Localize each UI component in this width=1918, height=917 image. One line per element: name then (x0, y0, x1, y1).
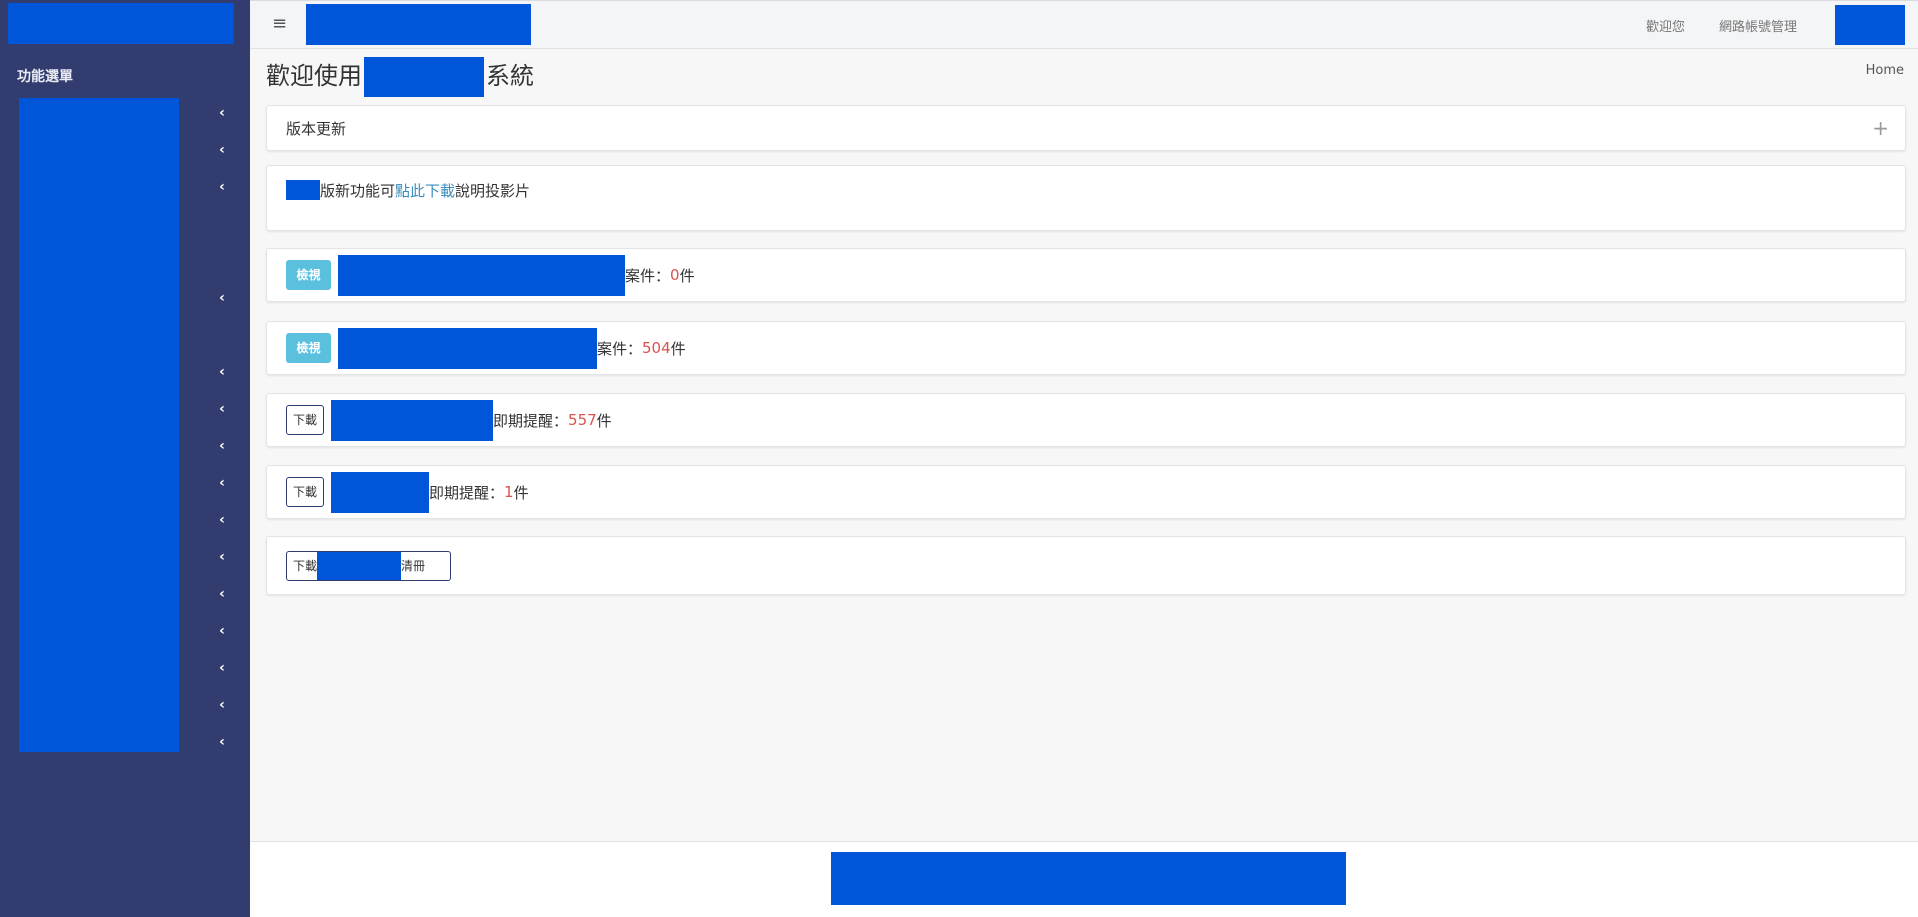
reminder-row: 下載 即期提醒： 1 件 (286, 466, 529, 518)
system-name-redacted (364, 57, 484, 97)
list-name-redacted (317, 551, 402, 580)
page-title-suffix: 系統 (486, 62, 534, 90)
version-redacted (286, 180, 320, 200)
view-button[interactable]: 檢視 (286, 260, 331, 290)
new-feature-card: 版新功能可點此下載說明投影片 (266, 165, 1906, 231)
page-title: 歡迎使用 系統 (266, 56, 534, 97)
welcome-text: 歡迎您 (1646, 20, 1686, 35)
account-management-link[interactable]: 網路帳號管理 (1719, 16, 1797, 35)
case-row: 檢視 案件： 0 件 (286, 249, 695, 301)
top-navbar: ≡ 歡迎您 網路帳號管理 (250, 0, 1918, 49)
case-card: 檢視 案件： 504 件 (266, 321, 1906, 375)
case-unit: 件 (679, 266, 695, 285)
chevron-left-icon[interactable]: ‹ (214, 586, 230, 602)
brand-logo[interactable] (8, 3, 234, 44)
reminder-category-redacted (331, 471, 430, 513)
main-content: 歡迎使用 系統 Home 版本更新 + 版新功能可點此下載說明投影片 檢視 案件：… (250, 49, 1918, 841)
system-name (306, 4, 531, 45)
case-category-redacted (338, 327, 597, 369)
sidebar: 功能選單 ‹ ‹ ‹ ‹ ‹ ‹ ‹ ‹ ‹ ‹ ‹ ‹ ‹ ‹ ‹ (0, 0, 250, 917)
new-feature-text-before: 版新功能可 (320, 182, 396, 200)
download-slides-link[interactable]: 點此下載 (395, 182, 455, 200)
chevron-left-icon[interactable]: ‹ (214, 475, 230, 491)
new-feature-text-after: 說明投影片 (455, 182, 531, 200)
reminder-count: 557 (568, 411, 597, 429)
chevron-left-icon[interactable]: ‹ (214, 142, 230, 158)
case-label: 案件： (625, 266, 671, 285)
reminder-unit: 件 (596, 411, 612, 430)
footer (250, 841, 1918, 917)
version-update-card[interactable]: 版本更新 + (266, 105, 1906, 151)
chevron-left-icon[interactable]: ‹ (214, 697, 230, 713)
download-button[interactable]: 下載 (286, 477, 325, 507)
hamburger-menu-icon[interactable]: ≡ (272, 14, 287, 34)
reminder-label: 即期提醒： (493, 411, 569, 430)
case-card: 檢視 案件： 0 件 (266, 248, 1906, 302)
download-button[interactable]: 下載 (286, 405, 325, 435)
view-button[interactable]: 檢視 (286, 333, 331, 363)
breadcrumb[interactable]: Home (1866, 63, 1904, 78)
chevron-left-icon[interactable]: ‹ (214, 512, 230, 528)
chevron-left-icon[interactable]: ‹ (214, 105, 230, 121)
download-list-prefix: 下載 (293, 558, 318, 573)
user-menu[interactable] (1835, 5, 1905, 45)
chevron-left-icon[interactable]: ‹ (214, 734, 230, 750)
reminder-card: 下載 即期提醒： 1 件 (266, 465, 1906, 519)
chevron-left-icon[interactable]: ‹ (214, 364, 230, 380)
case-row: 檢視 案件： 504 件 (286, 322, 686, 374)
reminder-unit: 件 (513, 483, 529, 502)
case-unit: 件 (670, 339, 686, 358)
reminder-row: 下載 即期提醒： 557 件 (286, 394, 612, 446)
download-list-card: 下載 清冊 (266, 536, 1906, 595)
case-count: 504 (642, 339, 671, 357)
case-count: 0 (670, 266, 680, 284)
chevron-left-icon[interactable]: ‹ (214, 401, 230, 417)
new-feature-text: 版新功能可點此下載說明投影片 (286, 180, 530, 201)
download-list-button[interactable]: 下載 清冊 (286, 550, 451, 581)
chevron-left-icon[interactable]: ‹ (214, 290, 230, 306)
sidebar-menu-items[interactable] (19, 98, 179, 752)
footer-info-redacted (831, 852, 1346, 905)
reminder-count: 1 (504, 483, 514, 501)
sidebar-menu-title: 功能選單 (17, 69, 73, 85)
case-label: 案件： (597, 339, 643, 358)
reminder-category-redacted (331, 399, 494, 441)
download-list-suffix: 清冊 (401, 558, 426, 573)
expand-plus-icon[interactable]: + (1872, 116, 1889, 140)
version-update-title: 版本更新 (286, 120, 347, 138)
chevron-left-icon[interactable]: ‹ (214, 179, 230, 195)
reminder-label: 即期提醒： (429, 483, 505, 502)
reminder-card: 下載 即期提醒： 557 件 (266, 393, 1906, 447)
page-title-prefix: 歡迎使用 (266, 62, 362, 90)
chevron-left-icon[interactable]: ‹ (214, 438, 230, 454)
case-category-redacted (338, 254, 625, 296)
chevron-left-icon[interactable]: ‹ (214, 549, 230, 565)
chevron-left-icon[interactable]: ‹ (214, 660, 230, 676)
chevron-left-icon[interactable]: ‹ (214, 623, 230, 639)
download-list-row: 下載 清冊 (286, 537, 451, 594)
